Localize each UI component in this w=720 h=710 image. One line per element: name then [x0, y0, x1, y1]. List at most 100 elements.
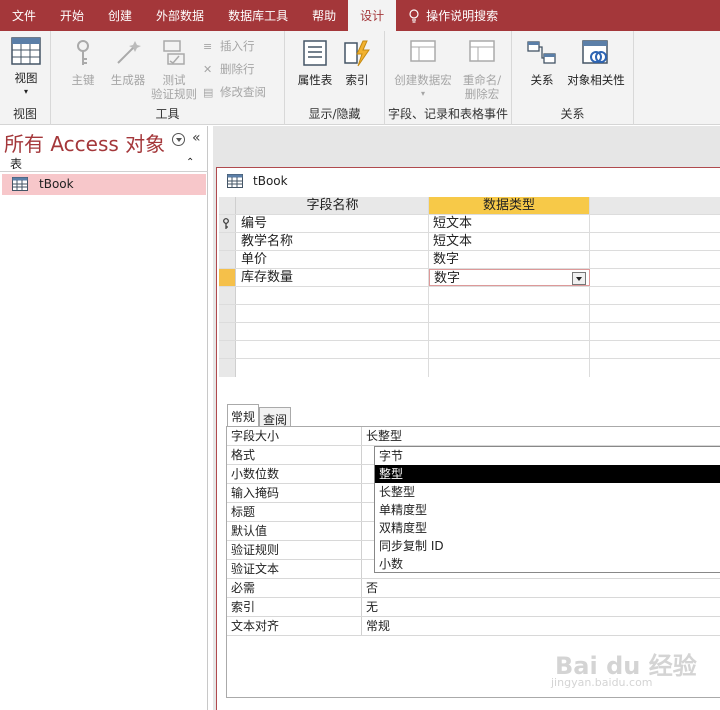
description-cell[interactable] — [590, 269, 720, 286]
nav-collapse-icon[interactable]: « — [192, 130, 201, 146]
builder-button[interactable]: 生成器 — [106, 39, 150, 87]
row-selector[interactable] — [219, 251, 236, 268]
property-value[interactable]: 长整型 — [362, 427, 720, 445]
relationships-icon — [527, 41, 556, 64]
property-label: 必需 — [227, 579, 362, 597]
tab-lookup[interactable]: 查阅 — [259, 407, 292, 427]
table-row-empty[interactable] — [219, 359, 720, 377]
create-data-macros-button[interactable]: 创建数据宏 ▾ — [391, 39, 455, 101]
test-validation-rules-button[interactable]: 测试 验证规则 — [147, 39, 201, 101]
modify-lookups-icon: ▤ — [203, 86, 214, 99]
field-name-cell[interactable] — [237, 323, 429, 340]
tab-design[interactable]: 设计 — [348, 0, 397, 31]
table-row[interactable]: 教学名称 短文本 — [219, 233, 720, 251]
property-value[interactable]: 无 — [362, 598, 720, 616]
primary-key-button[interactable]: 主键 — [65, 39, 101, 87]
row-selector[interactable] — [219, 215, 236, 232]
table-row[interactable]: 编号 短文本 — [219, 215, 720, 233]
tab-home[interactable]: 开始 — [48, 0, 96, 31]
view-button[interactable]: 视图 ▾ — [6, 37, 46, 99]
property-sheet-label: 属性表 — [297, 73, 333, 87]
property-row[interactable]: 索引无 — [227, 598, 720, 617]
dropdown-option-selected[interactable]: 整型 — [375, 465, 720, 483]
tab-create[interactable]: 创建 — [96, 0, 144, 31]
nav-pane-title[interactable]: 所有 Access 对象 — [4, 128, 165, 157]
row-selector-current[interactable] — [219, 269, 236, 286]
property-label: 验证规则 — [227, 541, 362, 559]
table-row-empty[interactable] — [219, 305, 720, 323]
create-macro-label: 创建数据宏 — [394, 73, 452, 87]
row-selector[interactable] — [219, 305, 236, 322]
property-row[interactable]: 必需否 — [227, 579, 720, 598]
description-cell[interactable] — [590, 233, 720, 250]
field-name-cell[interactable]: 教学名称 — [237, 233, 429, 250]
dropdown-option[interactable]: 单精度型 — [375, 501, 720, 519]
delete-rows-button[interactable]: ✕ 删除行 — [203, 61, 255, 77]
field-name-cell[interactable] — [237, 341, 429, 358]
row-selector[interactable] — [219, 287, 236, 304]
property-label: 输入掩码 — [227, 484, 362, 502]
data-type-cell[interactable]: 短文本 — [429, 233, 590, 250]
table-row-empty[interactable] — [219, 287, 720, 305]
document-tab[interactable]: tBook — [227, 174, 288, 188]
object-dependencies-button[interactable]: 对象相关性 — [564, 39, 628, 87]
data-type-select[interactable]: 数字 — [429, 269, 590, 286]
row-selector[interactable] — [219, 233, 236, 250]
description-cell[interactable] — [590, 251, 720, 268]
row-selector[interactable] — [219, 359, 236, 377]
tab-database-tools[interactable]: 数据库工具 — [216, 0, 300, 31]
tab-help[interactable]: 帮助 — [300, 0, 348, 31]
property-label: 字段大小 — [227, 427, 362, 445]
dropdown-option[interactable]: 长整型 — [375, 483, 720, 501]
dropdown-option[interactable]: 同步复制 ID — [375, 537, 720, 555]
indexes-label: 索引 — [345, 73, 369, 87]
data-type-cell[interactable] — [429, 323, 590, 340]
ribbon: 视图 ▾ 视图 主键 生成器 测试 验证规则 ≡ 插入行 ✕ 删除行 ▤ 修改查… — [0, 31, 720, 125]
property-value[interactable]: 常规 — [362, 617, 720, 635]
tab-general[interactable]: 常规 — [227, 404, 260, 426]
row-selector[interactable] — [219, 323, 236, 340]
rename-delete-macro-button[interactable]: 重命名/ 删除宏 — [457, 39, 507, 101]
property-row[interactable]: 字段大小 长整型 — [227, 427, 720, 446]
rename-macro-icon — [469, 40, 495, 62]
data-type-cell[interactable] — [429, 287, 590, 304]
table-row-empty[interactable] — [219, 323, 720, 341]
field-name-cell[interactable]: 单价 — [237, 251, 429, 268]
field-name-cell[interactable] — [237, 359, 429, 377]
field-name-cell[interactable] — [237, 305, 429, 322]
table-row-selected[interactable]: 库存数量 数字 — [219, 269, 720, 287]
dropdown-option[interactable]: 小数 — [375, 555, 720, 573]
row-selector[interactable] — [219, 341, 236, 358]
dropdown-option[interactable]: 双精度型 — [375, 519, 720, 537]
insert-rows-button[interactable]: ≡ 插入行 — [203, 38, 255, 54]
table-row-empty[interactable] — [219, 341, 720, 359]
rename-macro-label-1: 重命名/ — [462, 73, 502, 87]
description-cell[interactable] — [590, 215, 720, 232]
data-type-cell[interactable] — [429, 341, 590, 358]
relationships-button[interactable]: 关系 — [522, 39, 562, 87]
relationships-label: 关系 — [530, 73, 554, 87]
modify-lookups-button[interactable]: ▤ 修改查阅 — [203, 84, 266, 100]
tab-file[interactable]: 文件 — [0, 0, 48, 31]
tab-external-data[interactable]: 外部数据 — [144, 0, 216, 31]
nav-pane-menu-icon[interactable] — [172, 133, 185, 146]
field-name-cell[interactable] — [237, 287, 429, 304]
data-type-cell[interactable] — [429, 305, 590, 322]
data-macro-icon — [410, 40, 436, 62]
data-type-cell[interactable]: 数字 — [429, 251, 590, 268]
data-type-cell[interactable]: 短文本 — [429, 215, 590, 232]
nav-section-tables[interactable]: 表 ⌃ — [0, 154, 208, 172]
field-name-cell[interactable]: 库存数量 — [237, 269, 429, 286]
property-value[interactable]: 否 — [362, 579, 720, 597]
tell-me-search[interactable]: 操作说明搜索 — [396, 0, 510, 31]
table-row[interactable]: 单价 数字 — [219, 251, 720, 269]
data-type-cell[interactable] — [429, 359, 590, 377]
indexes-button[interactable]: 索引 — [339, 39, 375, 87]
property-row[interactable]: 文本对齐 常规 — [227, 617, 720, 636]
nav-item-tbook[interactable]: tBook — [2, 174, 206, 195]
property-sheet-button[interactable]: 属性表 — [293, 39, 337, 87]
dropdown-option[interactable]: 字节 — [375, 447, 720, 465]
dropdown-arrow-icon[interactable] — [572, 272, 586, 285]
field-name-cell[interactable]: 编号 — [237, 215, 429, 232]
grid-corner[interactable] — [219, 197, 236, 214]
